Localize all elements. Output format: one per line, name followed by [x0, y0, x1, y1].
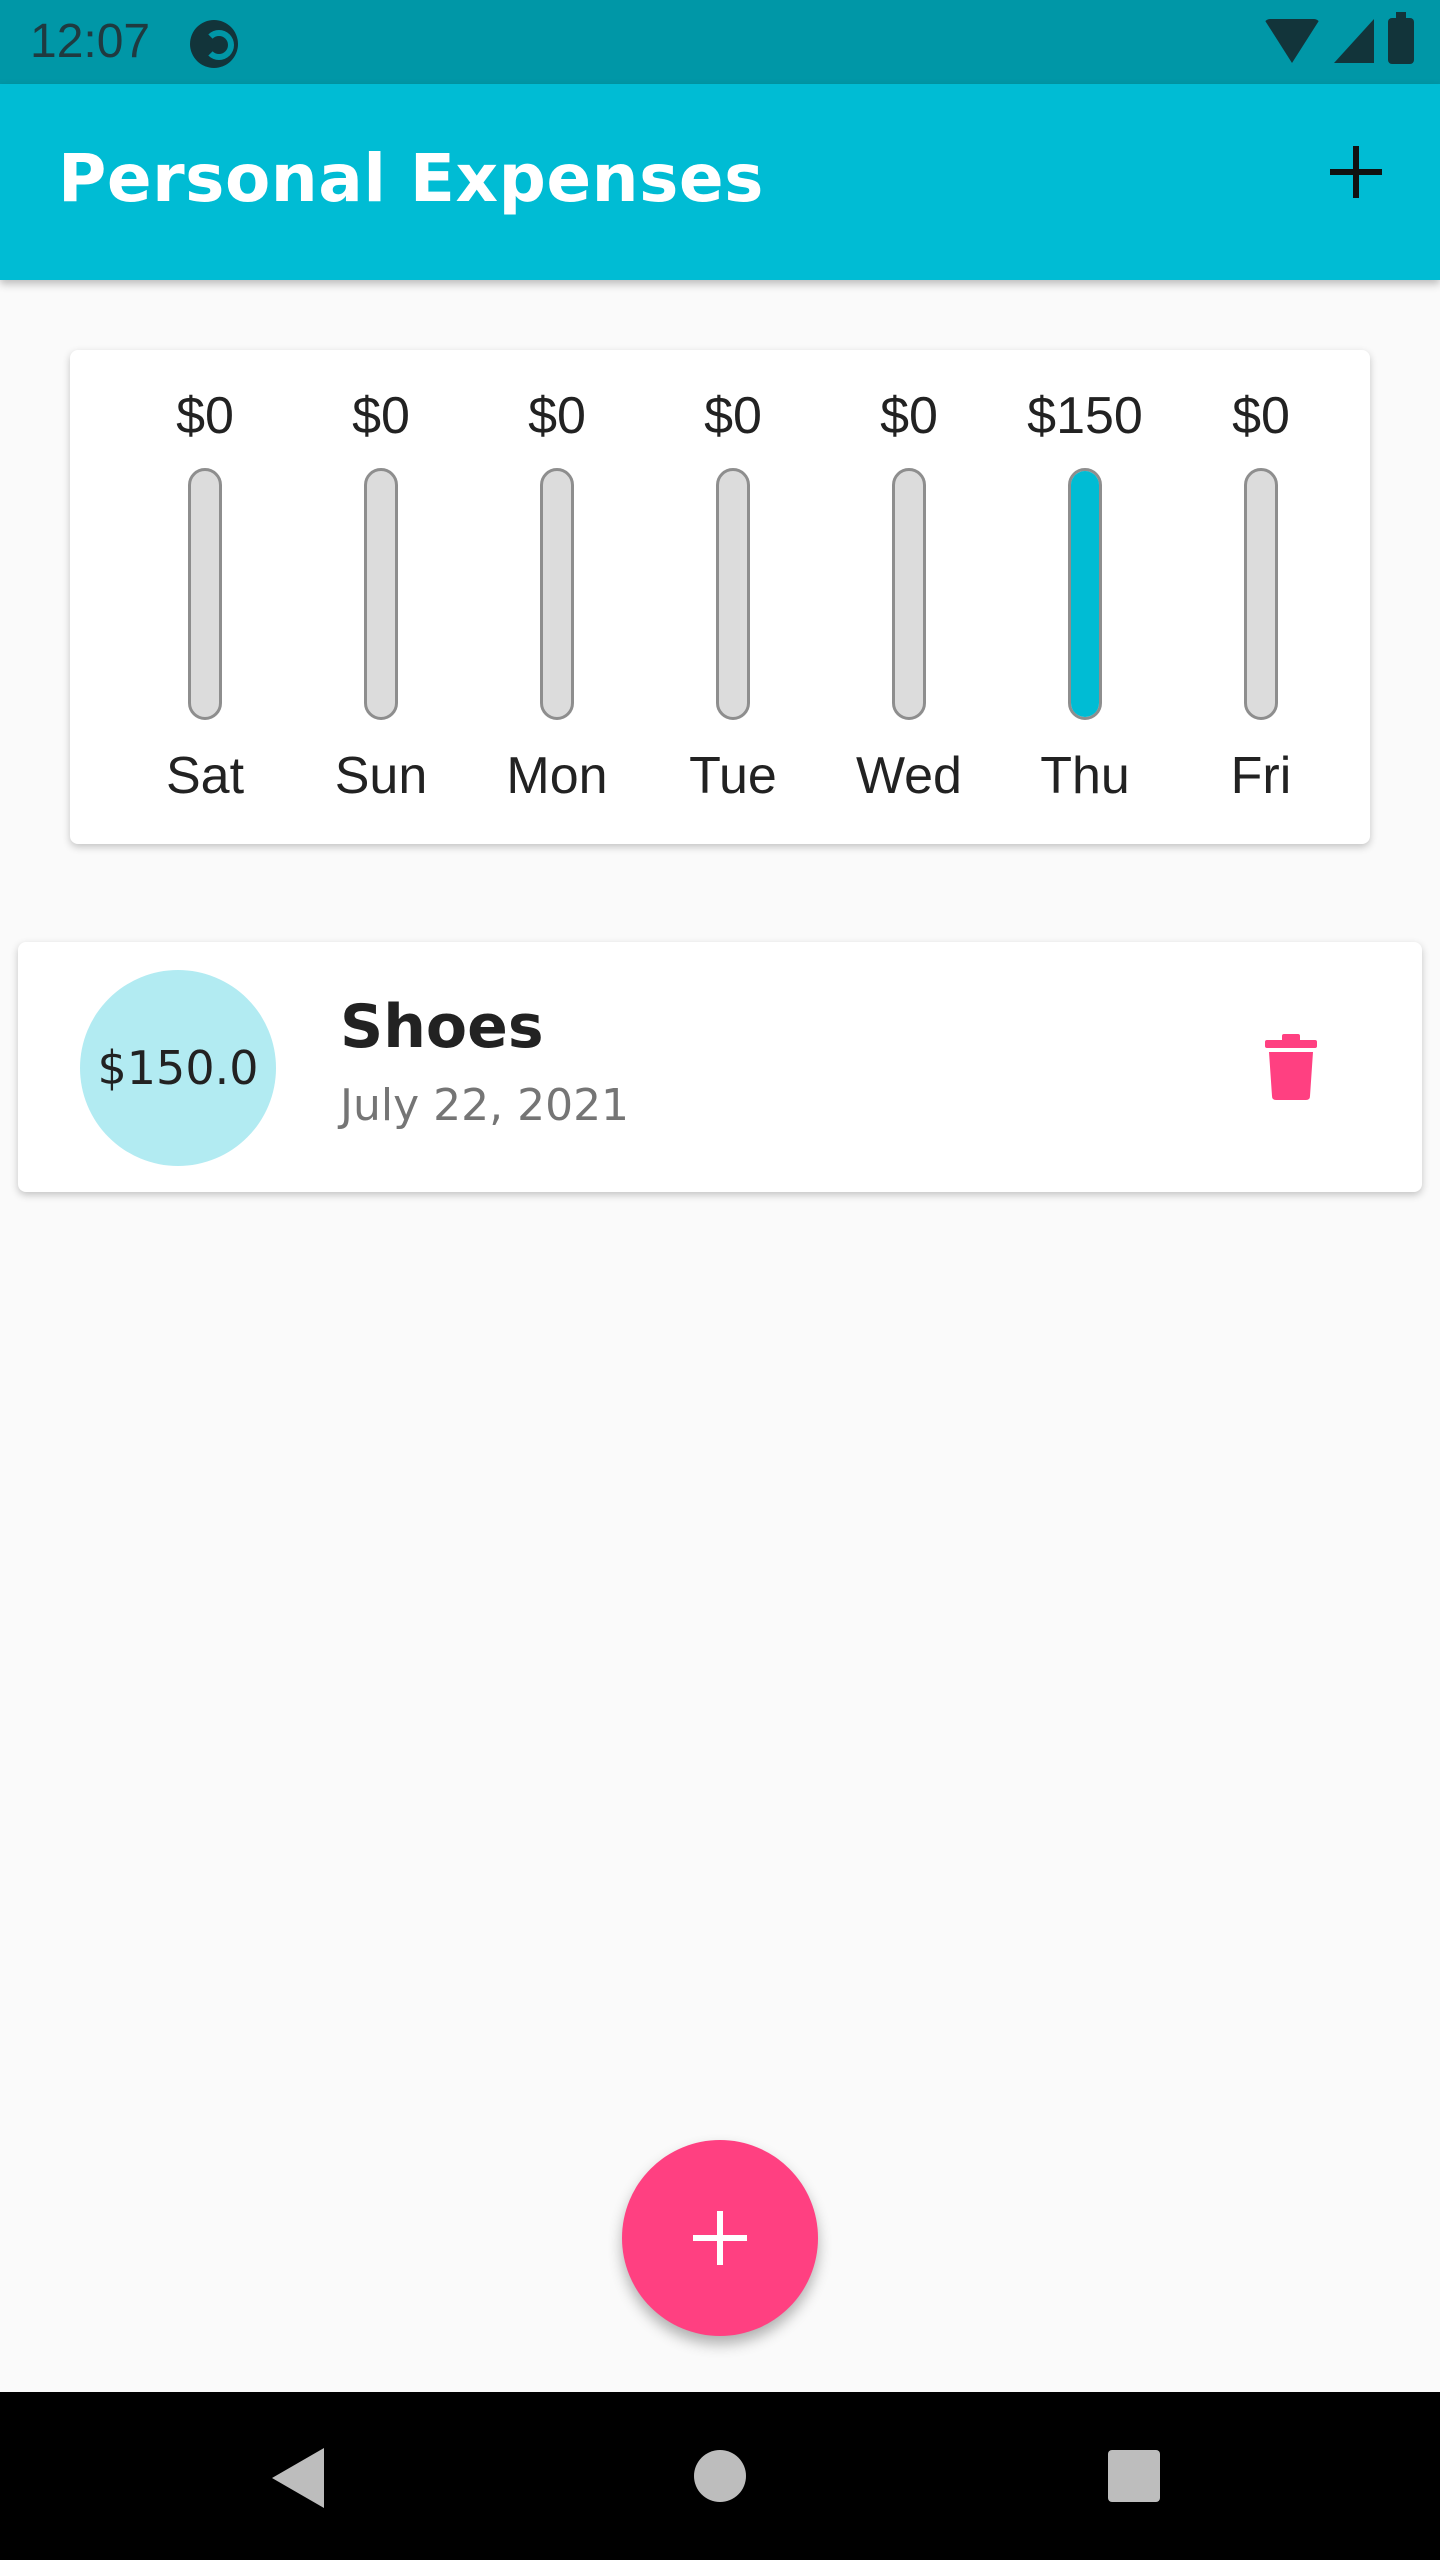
chart-day-label: Sat — [165, 747, 245, 805]
chart-bar-track — [1244, 468, 1278, 720]
system-nav-bar — [0, 2392, 1440, 2560]
recents-icon[interactable] — [1108, 2450, 1160, 2502]
chart-day-label: Fri — [1230, 747, 1292, 805]
plus-icon — [693, 2211, 747, 2265]
chart-amount-label: $0 — [880, 387, 938, 445]
battery-icon — [1388, 12, 1414, 64]
signal-icon — [1334, 19, 1374, 63]
app-notification-icon — [190, 20, 238, 68]
status-time: 12:07 — [30, 15, 151, 68]
chart-bar-track — [716, 468, 750, 720]
chart-bar-mon: $0 Mon — [472, 350, 642, 844]
chart-bar-fri: $0 Fri — [1176, 350, 1346, 844]
wifi-icon — [1264, 19, 1320, 63]
status-icons — [1264, 12, 1414, 64]
chart-day-label: Tue — [689, 747, 777, 805]
transaction-title: Shoes — [340, 992, 544, 1062]
trash-icon — [1265, 1034, 1317, 1100]
chart-bar-wed: $0 Wed — [824, 350, 994, 844]
add-expense-button[interactable] — [1314, 130, 1398, 214]
page-title: Personal Expenses — [58, 140, 764, 217]
transaction-amount: $150.0 — [97, 1041, 259, 1095]
chart-bar-fill — [1071, 471, 1099, 717]
status-bar: 12:07 — [0, 0, 1440, 84]
chart-amount-label: $0 — [352, 387, 410, 445]
home-icon[interactable] — [694, 2450, 746, 2502]
delete-button[interactable] — [1236, 1012, 1346, 1122]
chart-amount-label: $0 — [176, 387, 234, 445]
app-bar: Personal Expenses — [0, 84, 1440, 280]
chart-day-label: Wed — [856, 747, 962, 805]
fab-add-button[interactable] — [622, 2140, 818, 2336]
chart-bar-sun: $0 Sun — [296, 350, 466, 844]
chart-bar-thu: $150 Thu — [1000, 350, 1170, 844]
chart-bar-track — [892, 468, 926, 720]
back-icon[interactable] — [272, 2448, 324, 2508]
chart-amount-label: $0 — [528, 387, 586, 445]
transaction-date: July 22, 2021 — [340, 1080, 630, 1131]
chart-bar-track — [1068, 468, 1102, 720]
chart-bar-track — [364, 468, 398, 720]
chart-bar-track — [540, 468, 574, 720]
chart-amount-label: $0 — [704, 387, 762, 445]
chart-day-label: Thu — [1040, 747, 1130, 805]
chart-amount-label: $150 — [1027, 387, 1143, 445]
plus-icon — [1330, 146, 1382, 198]
amount-avatar: $150.0 — [80, 970, 276, 1166]
weekly-chart-card: $0 Sat $0 Sun $0 Mon $0 Tue $0 Wed $150 Thu $0 Fri — [70, 350, 1370, 844]
chart-bar-track — [188, 468, 222, 720]
chart-amount-label: $0 — [1232, 387, 1290, 445]
chart-day-label: Mon — [506, 747, 608, 805]
chart-bar-tue: $0 Tue — [648, 350, 818, 844]
list-item: $150.0 Shoes July 22, 2021 — [18, 942, 1422, 1192]
chart-bar-sat: $0 Sat — [120, 350, 290, 844]
chart-day-label: Sun — [334, 747, 428, 805]
